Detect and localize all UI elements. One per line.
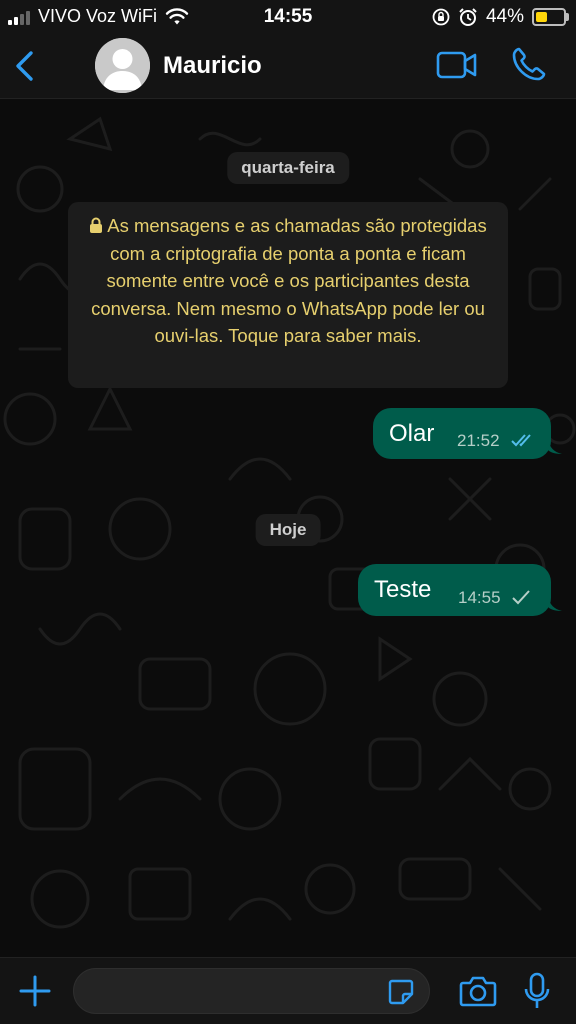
contact-name[interactable]: Mauricio [163,52,262,80]
date-separator-today: Hoje [255,514,321,546]
chat-area[interactable]: quarta-feira As mensagens e as chamadas … [0,99,576,957]
status-right: 44% [432,6,569,28]
message-input[interactable] [88,975,382,1009]
phone-icon[interactable] [511,46,547,82]
sticker-icon[interactable] [387,978,415,1006]
battery-percent: 44% [485,6,524,27]
battery-icon [532,8,569,26]
message-bubble-outgoing[interactable]: Olar 21:52 [373,408,551,459]
video-camera-icon[interactable] [436,48,478,82]
message-bubble-outgoing[interactable]: Teste 14:55 [358,564,551,616]
encryption-text: As mensagens e as chamadas são protegida… [91,215,487,346]
bubble-tail [548,597,562,611]
chat-header: Mauricio [0,34,576,99]
message-text: Olar [389,420,435,447]
camera-icon[interactable] [459,974,497,1008]
plus-icon[interactable] [18,974,52,1008]
chevron-left-icon[interactable] [10,48,40,84]
lock-icon [90,217,103,233]
double-check-read-icon [511,434,531,447]
person-icon [95,38,150,93]
date-separator: quarta-feira [227,152,349,184]
message-input-box[interactable] [73,968,430,1014]
whatsapp-chat-screen: VIVO Voz WiFi 14:55 44% Mauricio quarta-… [0,0,576,1024]
message-text: Teste [374,576,432,603]
bubble-tail [548,440,562,454]
rotation-lock-icon [432,8,450,26]
status-bar: VIVO Voz WiFi 14:55 44% [0,0,576,34]
message-time: 21:52 [457,431,500,450]
avatar[interactable] [95,38,150,93]
message-composer [0,957,576,1024]
message-time: 14:55 [458,588,501,607]
microphone-icon[interactable] [523,972,551,1010]
single-check-icon [512,590,530,605]
encryption-notice[interactable]: As mensagens e as chamadas são protegida… [68,202,508,388]
alarm-icon [459,8,477,26]
